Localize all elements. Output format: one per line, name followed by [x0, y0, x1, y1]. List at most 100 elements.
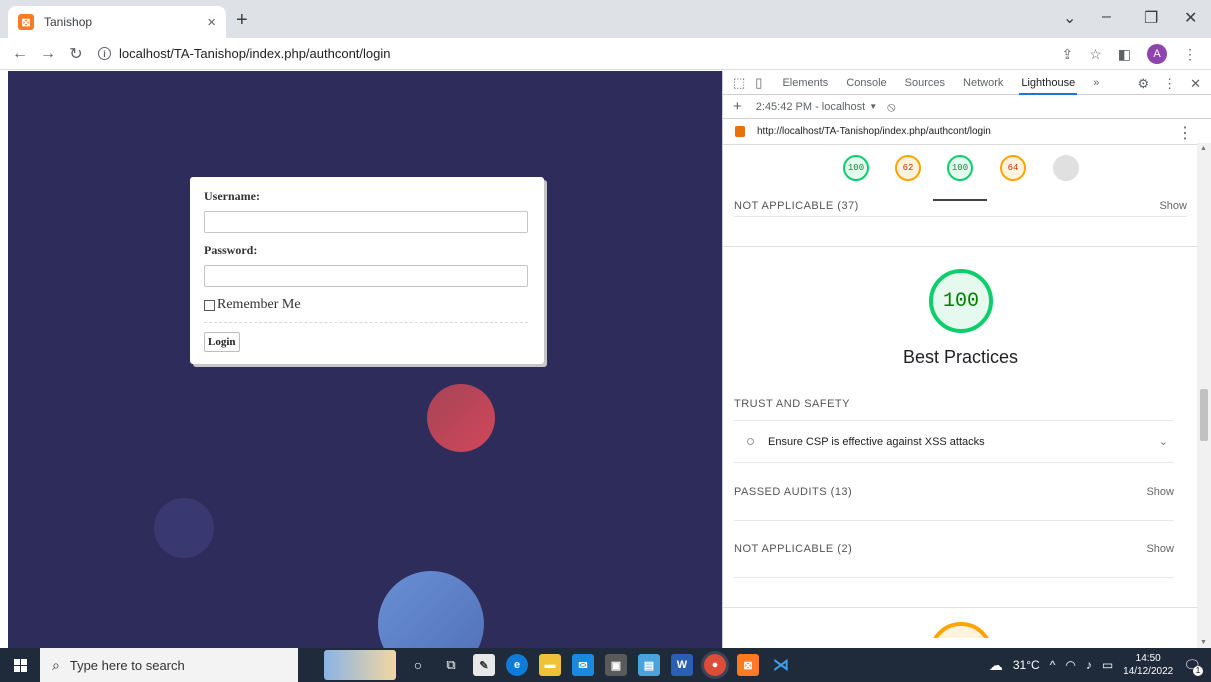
task-view-icon[interactable]: ⧉ — [440, 654, 462, 676]
audit-list: TRUST AND SAFETY Ensure CSP is effective… — [723, 387, 1198, 638]
side-panel-icon[interactable]: ◧ — [1118, 46, 1131, 63]
clock-time: 14:50 — [1135, 653, 1161, 664]
weather-temperature[interactable]: 31°C — [1013, 658, 1040, 672]
notepad-icon[interactable]: ✎ — [473, 654, 495, 676]
report-url-bar: http://localhost/TA-Tanishop/index.php/a… — [723, 119, 1211, 145]
devtools-panel: ⬚ ▯ Elements Console Sources Network Lig… — [722, 71, 1211, 648]
remember-me-row[interactable]: Remember Me — [204, 297, 530, 313]
password-input[interactable] — [204, 265, 528, 287]
maximize-button[interactable]: ❐ — [1144, 8, 1158, 28]
address-bar[interactable]: localhost/TA-Tanishop/index.php/authcont… — [119, 46, 391, 61]
password-label: Password: — [204, 243, 258, 257]
devtools-menu-icon[interactable]: ⋮ — [1163, 76, 1176, 92]
decorative-circle-red — [427, 384, 495, 452]
gauge-pwa[interactable] — [1053, 155, 1079, 181]
informative-circle-icon — [747, 438, 754, 445]
volume-icon[interactable]: ♪ — [1086, 658, 1092, 672]
clear-reports-icon[interactable]: ⦸ — [887, 99, 895, 115]
gauge-best-practices[interactable]: 100 — [947, 155, 973, 181]
store-icon[interactable]: ▣ — [605, 654, 627, 676]
score-gauges: 100 62 100 64 — [723, 145, 1211, 201]
xampp-icon: ⊠ — [18, 14, 34, 30]
device-toolbar-icon[interactable]: ▯ — [755, 75, 762, 91]
tab-sources[interactable]: Sources — [905, 77, 945, 89]
chevron-down-icon[interactable]: ⌄ — [1159, 435, 1168, 448]
tab-lighthouse[interactable]: Lighthouse — [1019, 77, 1078, 95]
tab-search-icon[interactable]: ⌄ — [1063, 8, 1076, 28]
tab-elements[interactable]: Elements — [782, 77, 828, 89]
browser-menu-icon[interactable]: ⋮ — [1183, 46, 1197, 63]
csp-audit-title: Ensure CSP is effective against XSS atta… — [768, 435, 985, 448]
back-arrow-icon[interactable]: ← — [6, 45, 34, 63]
minimize-button[interactable]: – — [1102, 8, 1111, 26]
inspect-element-icon[interactable]: ⬚ — [733, 75, 745, 91]
search-icon: ⌕ — [52, 656, 60, 673]
start-button[interactable] — [0, 658, 40, 672]
windows-taskbar: ⌕ Type here to search ○ ⧉ ✎ e ▬ ✉ ▣ ▤ W … — [0, 648, 1211, 682]
notifications-icon[interactable]: 🗨 1 — [1183, 657, 1203, 676]
decorative-circle-blue — [378, 571, 484, 648]
best-practices-title: Best Practices — [902, 347, 1019, 367]
edge-icon[interactable]: e — [506, 654, 528, 676]
word-icon[interactable]: W — [671, 654, 693, 676]
next-category-gauge-area — [723, 608, 1198, 638]
close-devtools-icon[interactable]: ✕ — [1190, 76, 1201, 92]
browser-tab[interactable]: ⊠ Tanishop × — [8, 6, 226, 38]
passed-audits-row[interactable]: PASSED AUDITS (13) Show — [734, 463, 1174, 521]
gauge-seo[interactable]: 64 — [1000, 155, 1026, 181]
profile-avatar[interactable]: A — [1147, 44, 1167, 64]
devtools-tabbar: ⬚ ▯ Elements Console Sources Network Lig… — [723, 71, 1211, 95]
browser-toolbar: ← → ↻ i localhost/TA-Tanishop/index.php/… — [0, 38, 1211, 70]
devtools-scrollbar[interactable]: ▲ ▼ — [1197, 143, 1211, 648]
dropdown-caret-icon[interactable]: ▼ — [869, 102, 877, 111]
network-icon[interactable]: ◠ — [1065, 658, 1075, 672]
report-menu-icon[interactable]: ⋮ — [1177, 123, 1193, 143]
login-button[interactable]: Login — [204, 332, 240, 352]
show-not-applicable-top[interactable]: Show — [1159, 200, 1187, 212]
gauge-performance[interactable]: 100 — [843, 155, 869, 181]
xampp-taskbar-icon[interactable]: ⊠ — [737, 654, 759, 676]
scroll-thumb[interactable] — [1200, 389, 1208, 441]
site-info-icon[interactable]: i — [98, 47, 111, 60]
reload-icon[interactable]: ↻ — [62, 44, 90, 64]
taskbar-search[interactable]: ⌕ Type here to search — [40, 648, 298, 682]
more-tabs-icon[interactable]: » — [1093, 77, 1099, 89]
weather-cloud-icon[interactable]: ☁ — [989, 657, 1003, 674]
web-page-viewport: Username: Password: Remember Me Login — [8, 71, 722, 648]
chrome-icon[interactable]: ● — [704, 654, 726, 676]
tab-title: Tanishop — [44, 15, 93, 29]
not-applicable-bottom-row[interactable]: NOT APPLICABLE (2) Show — [734, 521, 1174, 578]
bookmark-star-icon[interactable]: ☆ — [1089, 46, 1102, 63]
tab-strip: ⊠ Tanishop × + ⌄ – ❐ ✕ — [0, 0, 1211, 38]
clock[interactable]: 14:50 14/12/2022 — [1123, 652, 1173, 678]
cortana-icon[interactable]: ○ — [407, 654, 429, 676]
scroll-up-icon[interactable]: ▲ — [1200, 145, 1207, 152]
tab-console[interactable]: Console — [846, 77, 886, 89]
report-url[interactable]: http://localhost/TA-Tanishop/index.php/a… — [757, 126, 991, 137]
settings-gear-icon[interactable]: ⚙ — [1137, 76, 1149, 92]
search-highlight-image[interactable] — [324, 650, 396, 680]
vscode-icon[interactable]: ⋊ — [770, 654, 792, 676]
new-tab-button[interactable]: + — [236, 9, 248, 32]
close-tab-icon[interactable]: × — [207, 14, 216, 31]
forward-arrow-icon[interactable]: → — [34, 45, 62, 63]
report-selector[interactable]: 2:45:42 PM - localhost — [756, 101, 865, 113]
mail-icon[interactable]: ✉ — [572, 654, 594, 676]
file-explorer-icon[interactable]: ▬ — [539, 654, 561, 676]
tab-network[interactable]: Network — [963, 77, 1003, 89]
close-window-button[interactable]: ✕ — [1184, 8, 1197, 28]
show-passed-audits[interactable]: Show — [1146, 486, 1174, 498]
remember-me-checkbox[interactable] — [204, 299, 215, 311]
scroll-down-icon[interactable]: ▼ — [1200, 639, 1207, 646]
new-report-icon[interactable]: + — [733, 98, 742, 115]
search-placeholder: Type here to search — [69, 657, 185, 673]
battery-icon[interactable]: ▭ — [1102, 658, 1113, 672]
show-hidden-icons[interactable]: ^ — [1050, 658, 1056, 672]
csp-audit-row[interactable]: Ensure CSP is effective against XSS atta… — [734, 421, 1174, 463]
username-input[interactable] — [204, 211, 528, 233]
app-icon[interactable]: ▤ — [638, 654, 660, 676]
share-icon[interactable]: ⇪ — [1061, 46, 1073, 63]
show-not-applicable-bottom[interactable]: Show — [1146, 543, 1174, 555]
gauge-accessibility[interactable]: 62 — [895, 155, 921, 181]
not-applicable-top-label: NOT APPLICABLE (37) — [734, 199, 859, 212]
